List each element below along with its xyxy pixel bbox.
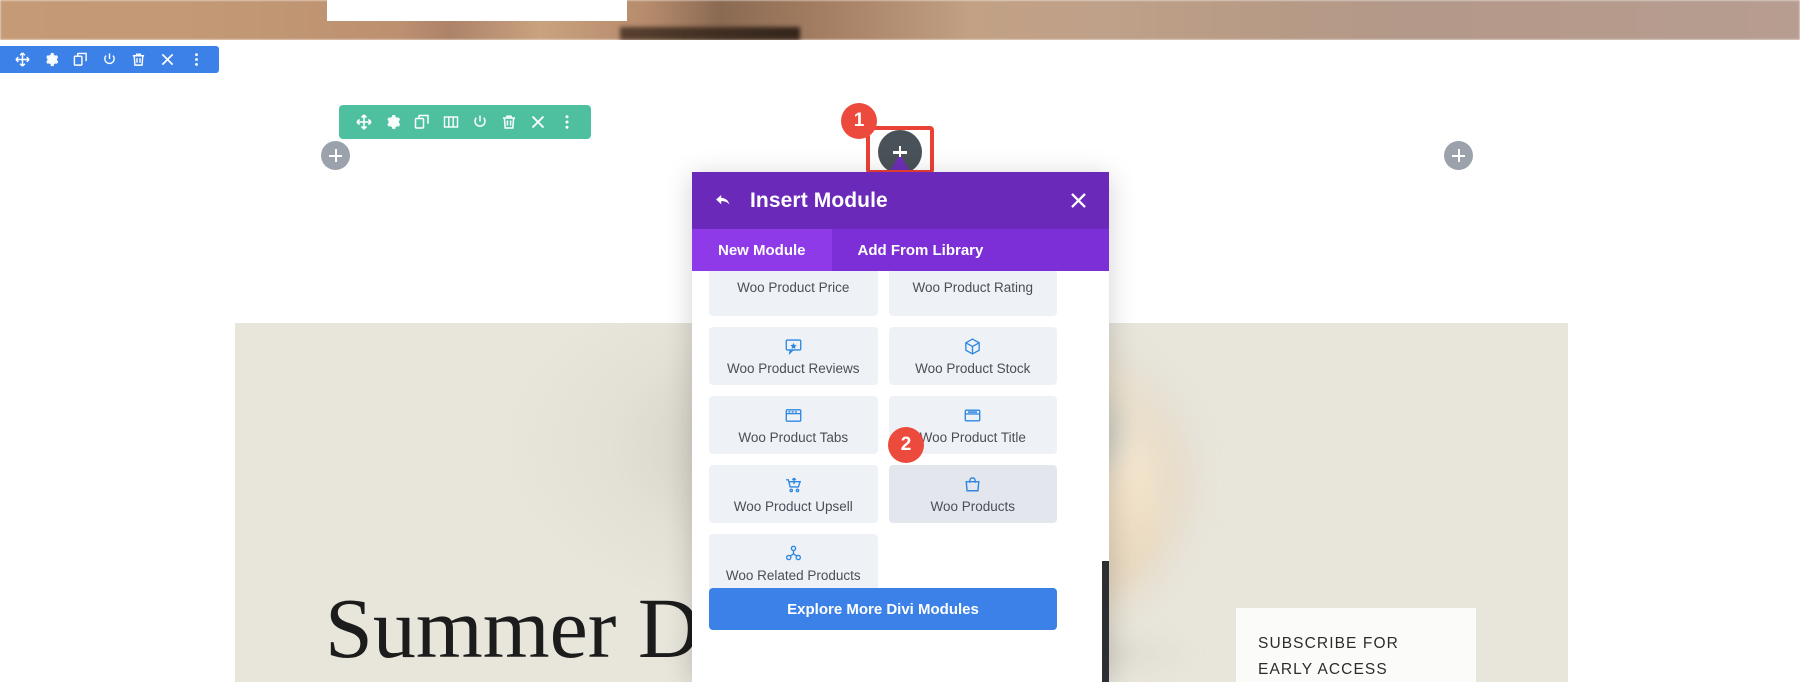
modal-header: Insert Module bbox=[692, 172, 1109, 229]
move-icon[interactable] bbox=[349, 109, 378, 135]
network-icon bbox=[784, 543, 803, 563]
woo-product-price-tile[interactable]: Woo Product Price bbox=[709, 271, 878, 316]
explore-more-divi-modules-button[interactable]: Explore More Divi Modules bbox=[709, 588, 1057, 630]
row-toolbar[interactable] bbox=[339, 105, 591, 139]
section-toolbar[interactable] bbox=[0, 46, 219, 73]
kebab-menu-icon[interactable] bbox=[552, 109, 581, 135]
annotation-badge-1: 1 bbox=[841, 103, 877, 139]
power-icon[interactable] bbox=[465, 109, 494, 135]
tab-add-from-library[interactable]: Add From Library bbox=[832, 229, 1010, 271]
module-tile-label: Woo Product Upsell bbox=[733, 499, 853, 514]
woo-product-tabs-tile[interactable]: Woo Product Tabs bbox=[709, 396, 878, 454]
woo-product-reviews-tile[interactable]: Woo Product Reviews bbox=[709, 327, 878, 385]
box-icon bbox=[963, 336, 982, 356]
woo-products-tile[interactable]: Woo Products bbox=[888, 465, 1057, 523]
background-top-dark-smudge bbox=[620, 27, 800, 40]
review-icon bbox=[784, 336, 803, 356]
modal-scrollbar[interactable] bbox=[1102, 561, 1109, 682]
columns-icon[interactable] bbox=[436, 109, 465, 135]
subscribe-line-2: EARLY ACCESS bbox=[1258, 661, 1388, 678]
trash-icon[interactable] bbox=[124, 47, 153, 73]
subscribe-card: SUBSCRIBE FOR EARLY ACCESS bbox=[1236, 608, 1476, 682]
gear-icon[interactable] bbox=[378, 109, 407, 135]
gear-icon[interactable] bbox=[37, 47, 66, 73]
subscribe-card-text: SUBSCRIBE FOR EARLY ACCESS bbox=[1258, 631, 1399, 682]
woo-product-upsell-tile[interactable]: Woo Product Upsell bbox=[709, 465, 878, 523]
trash-icon[interactable] bbox=[494, 109, 523, 135]
modal-title: Insert Module bbox=[750, 188, 888, 212]
module-tile-label: Woo Related Products bbox=[725, 568, 861, 583]
title-bar-icon bbox=[963, 405, 982, 425]
modal-tabs: New Module Add From Library bbox=[692, 229, 1109, 271]
plus-vertical-bar bbox=[898, 145, 901, 157]
modal-body: Woo Product Price Woo Product Rating Woo P… bbox=[692, 271, 1109, 682]
plus-vertical-bar bbox=[334, 149, 337, 162]
tabs-icon bbox=[784, 405, 803, 425]
module-tile-label: Woo Products bbox=[930, 499, 1016, 514]
close-icon[interactable] bbox=[153, 47, 182, 73]
duplicate-icon[interactable] bbox=[66, 47, 95, 73]
back-arrow-icon[interactable] bbox=[710, 188, 736, 214]
cart-up-icon bbox=[784, 474, 803, 494]
duplicate-icon[interactable] bbox=[407, 109, 436, 135]
tab-new-module[interactable]: New Module bbox=[692, 229, 832, 271]
shopping-bag-icon bbox=[963, 474, 982, 494]
close-icon[interactable] bbox=[1065, 188, 1091, 214]
background-blurred-top bbox=[0, 0, 1800, 40]
add-module-button[interactable] bbox=[878, 130, 922, 174]
kebab-menu-icon[interactable] bbox=[182, 47, 211, 73]
plus-vertical-bar bbox=[1457, 149, 1460, 162]
add-row-plus-icon-left[interactable] bbox=[321, 141, 350, 170]
module-tile-label: Woo Product Title bbox=[919, 430, 1026, 445]
module-tile-label: Woo Product Price bbox=[737, 279, 850, 295]
woo-related-products-tile[interactable]: Woo Related Products bbox=[709, 534, 878, 592]
woo-product-stock-tile[interactable]: Woo Product Stock bbox=[888, 327, 1057, 385]
module-tile-label: Woo Product Stock bbox=[915, 361, 1031, 376]
background-top-white-block bbox=[327, 0, 627, 21]
close-icon[interactable] bbox=[523, 109, 552, 135]
screen: Summer Drop SUBSCRIBE FOR EARLY ACCESS 1… bbox=[0, 0, 1800, 682]
power-icon[interactable] bbox=[95, 47, 124, 73]
add-row-plus-icon-right[interactable] bbox=[1444, 141, 1473, 170]
annotation-badge-2: 2 bbox=[888, 427, 924, 463]
woo-product-rating-tile[interactable]: Woo Product Rating bbox=[888, 271, 1057, 316]
module-grid: Woo Product Price Woo Product Rating Woo P… bbox=[709, 271, 1057, 592]
module-tile-label: Woo Product Tabs bbox=[738, 430, 849, 445]
move-icon[interactable] bbox=[8, 47, 37, 73]
module-tile-label: Woo Product Rating bbox=[912, 279, 1034, 295]
module-tile-label: Woo Product Reviews bbox=[726, 361, 860, 376]
subscribe-line-1: SUBSCRIBE FOR bbox=[1258, 635, 1399, 652]
